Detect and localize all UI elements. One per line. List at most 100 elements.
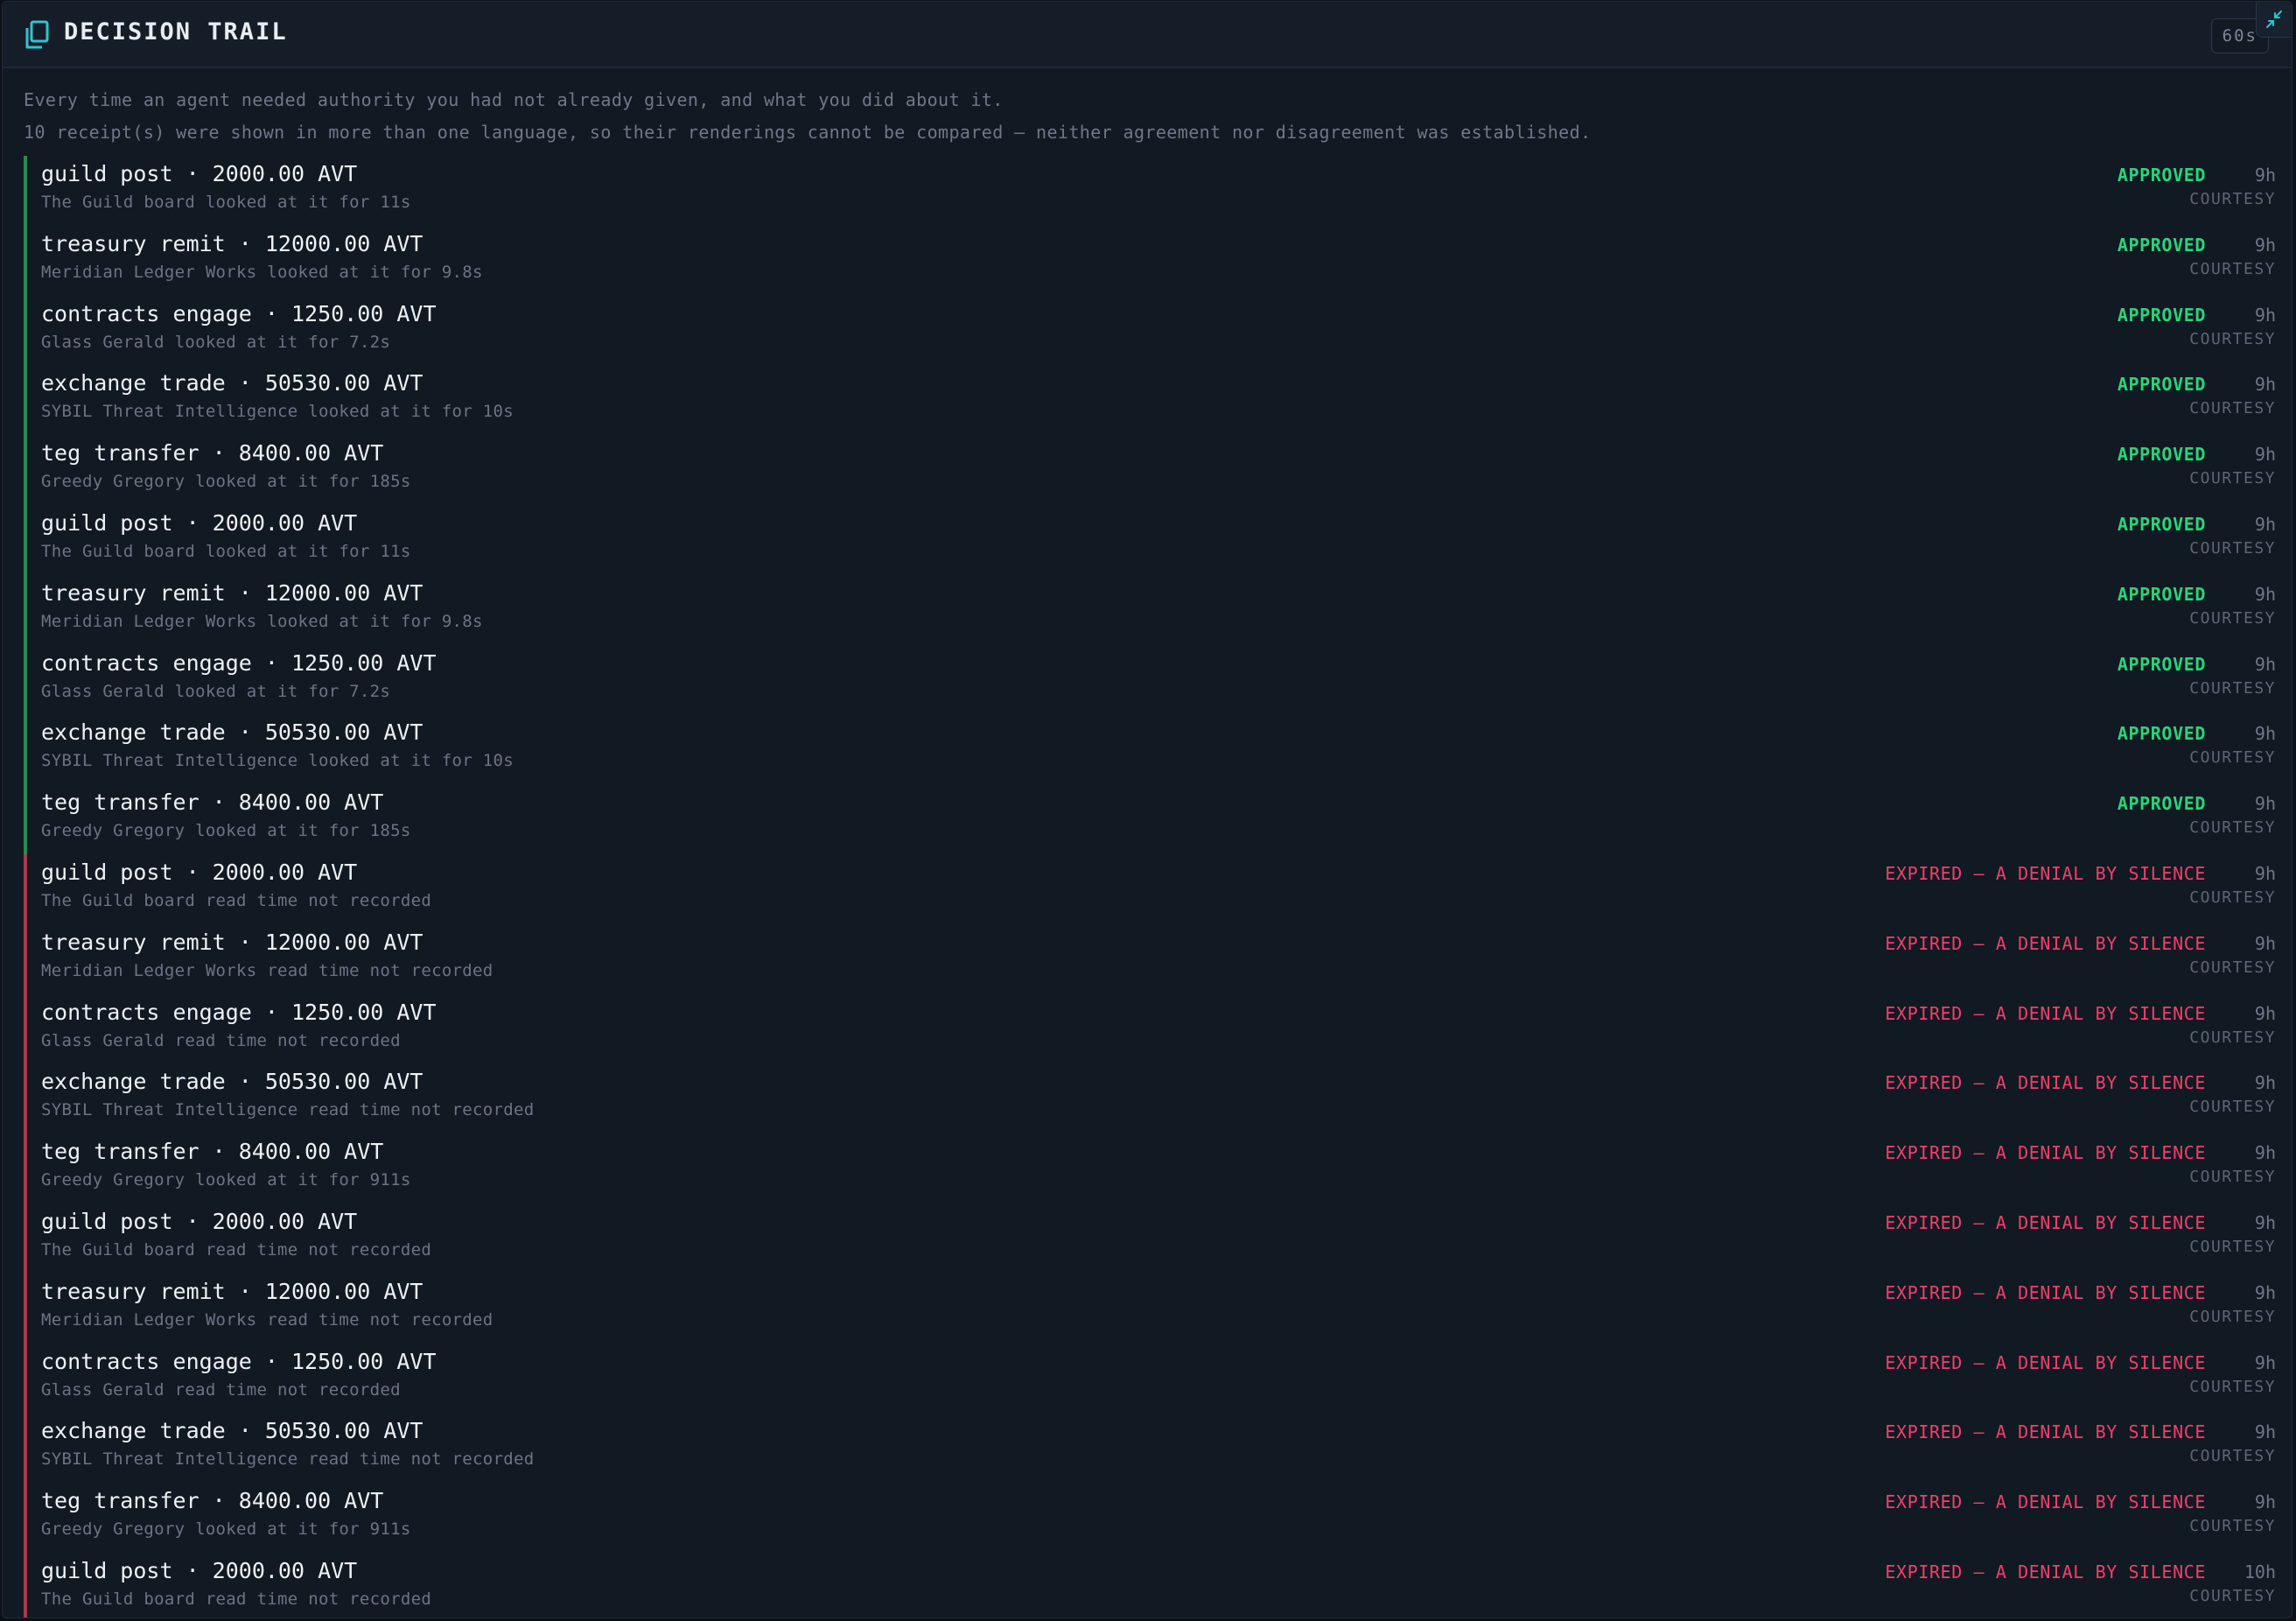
- panel-header: DECISION TRAIL 60s: [3, 2, 2292, 68]
- decision-age: 9h: [2254, 304, 2276, 326]
- decision-age: 9h: [2254, 1142, 2276, 1164]
- status-badge: APPROVED: [2117, 444, 2206, 466]
- decision-summary: guild post · 2000.00 AVT: [41, 1208, 358, 1234]
- status-badge: EXPIRED — A DENIAL BY SILENCE: [1885, 1351, 2206, 1373]
- decision-detail: The Guild board looked at it for 11s: [41, 193, 411, 212]
- status-badge: EXPIRED — A DENIAL BY SILENCE: [1885, 1421, 2206, 1443]
- status-badge: APPROVED: [2117, 374, 2206, 396]
- decision-summary: exchange trade · 50530.00 AVT: [41, 719, 424, 746]
- decision-tier: COURTESY: [2189, 1447, 2276, 1466]
- decision-tier: COURTESY: [2189, 888, 2276, 907]
- decision-summary: teg transfer · 8400.00 AVT: [41, 440, 384, 467]
- decision-tier: COURTESY: [2189, 469, 2276, 488]
- decision-age: 9h: [2254, 1421, 2276, 1443]
- decision-row[interactable]: contracts engage · 1250.00 AVT Glass Gera…: [24, 1343, 2276, 1414]
- decision-age: 9h: [2254, 932, 2276, 954]
- decision-detail: SYBIL Threat Intelligence read time not …: [41, 1100, 535, 1120]
- decision-summary: contracts engage · 1250.00 AVT: [41, 649, 437, 676]
- collapse-button[interactable]: [2256, 2, 2292, 38]
- status-badge: APPROVED: [2117, 793, 2206, 815]
- decision-trail-panel: DECISION TRAIL 60s Every time an agent n…: [2, 1, 2292, 1618]
- decision-tier: COURTESY: [2189, 538, 2276, 558]
- decision-tier: COURTESY: [2189, 190, 2276, 208]
- decision-row[interactable]: exchange trade · 50530.00 AVT SYBIL Threa…: [24, 365, 2276, 436]
- decision-tier: COURTESY: [2189, 1517, 2276, 1536]
- status-badge: EXPIRED — A DENIAL BY SILENCE: [1885, 1211, 2206, 1233]
- decision-row[interactable]: guild post · 2000.00 AVT The Guild board …: [24, 1552, 2276, 1617]
- status-badge: EXPIRED — A DENIAL BY SILENCE: [1885, 1142, 2206, 1164]
- decision-detail: Glass Gerald looked at it for 7.2s: [41, 681, 391, 701]
- decision-age: 9h: [2254, 234, 2276, 256]
- decision-tier: COURTESY: [2189, 748, 2276, 768]
- decision-row[interactable]: contracts engage · 1250.00 AVT Glass Gera…: [24, 644, 2276, 715]
- status-badge: APPROVED: [2117, 723, 2206, 745]
- decision-row[interactable]: guild post · 2000.00 AVT The Guild board …: [24, 156, 2276, 226]
- decision-summary: exchange trade · 50530.00 AVT: [41, 1418, 424, 1444]
- decision-age: 10h: [2244, 1561, 2276, 1582]
- decision-age: 9h: [2254, 374, 2276, 396]
- decision-summary: guild post · 2000.00 AVT: [41, 161, 358, 186]
- decision-detail: Greedy Gregory looked at it for 185s: [41, 472, 411, 492]
- decision-row[interactable]: exchange trade · 50530.00 AVT SYBIL Threa…: [24, 1063, 2276, 1134]
- decision-detail: Glass Gerald read time not recorded: [41, 1379, 401, 1400]
- decision-detail: Meridian Ledger Works looked at it for 9…: [41, 262, 483, 282]
- decision-row[interactable]: guild post · 2000.00 AVT The Guild board …: [24, 504, 2276, 575]
- decision-row[interactable]: treasury remit · 12000.00 AVT Meridian Le…: [24, 225, 2276, 296]
- decision-age: 9h: [2254, 1002, 2276, 1024]
- decision-age: 9h: [2254, 444, 2276, 466]
- decision-summary: guild post · 2000.00 AVT: [41, 1557, 358, 1583]
- decision-summary: treasury remit · 12000.00 AVT: [41, 1278, 424, 1304]
- decision-summary: contracts engage · 1250.00 AVT: [41, 300, 437, 326]
- status-badge: APPROVED: [2117, 234, 2206, 256]
- decision-row[interactable]: teg transfer · 8400.00 AVT Greedy Gregory…: [24, 435, 2276, 505]
- status-badge: EXPIRED — A DENIAL BY SILENCE: [1885, 862, 2206, 884]
- decision-detail: Meridian Ledger Works read time not reco…: [41, 1309, 494, 1330]
- decision-row[interactable]: teg transfer · 8400.00 AVT Greedy Gregory…: [24, 1483, 2276, 1553]
- decision-age: 9h: [2254, 1072, 2276, 1094]
- decision-detail: The Guild board read time not recorded: [41, 1239, 432, 1260]
- decision-age: 9h: [2254, 1211, 2276, 1233]
- decision-row[interactable]: guild post · 2000.00 AVT The Guild board …: [24, 853, 2276, 924]
- decision-tier: COURTESY: [2189, 818, 2276, 838]
- decision-detail: The Guild board read time not recorded: [41, 1589, 432, 1609]
- decision-detail: SYBIL Threat Intelligence looked at it f…: [41, 402, 514, 422]
- decision-row[interactable]: treasury remit · 12000.00 AVT Meridian Le…: [24, 574, 2276, 645]
- status-badge: APPROVED: [2117, 653, 2206, 675]
- status-badge: APPROVED: [2117, 513, 2206, 535]
- decision-summary: teg transfer · 8400.00 AVT: [41, 1488, 384, 1514]
- decision-summary: exchange trade · 50530.00 AVT: [41, 370, 424, 396]
- decision-row[interactable]: exchange trade · 50530.00 AVT SYBIL Threa…: [24, 1413, 2276, 1484]
- decision-age: 9h: [2254, 793, 2276, 815]
- decision-row[interactable]: contracts engage · 1250.00 AVT Glass Gera…: [24, 993, 2276, 1064]
- decision-row[interactable]: treasury remit · 12000.00 AVT Meridian Le…: [24, 1273, 2276, 1344]
- decision-tier: COURTESY: [2189, 1237, 2276, 1256]
- decision-age: 9h: [2254, 1351, 2276, 1373]
- decision-list: guild post · 2000.00 AVT The Guild board …: [24, 156, 2276, 1617]
- decision-tier: COURTESY: [2189, 399, 2276, 418]
- status-badge: APPROVED: [2117, 583, 2206, 605]
- decision-summary: guild post · 2000.00 AVT: [41, 859, 358, 885]
- decision-tier: COURTESY: [2189, 329, 2276, 348]
- decision-tier: COURTESY: [2189, 1377, 2276, 1396]
- decision-tier: COURTESY: [2189, 1586, 2276, 1605]
- decision-detail: Greedy Gregory looked at it for 911s: [41, 1519, 411, 1540]
- decision-detail: Glass Gerald read time not recorded: [41, 1030, 401, 1050]
- status-badge: EXPIRED — A DENIAL BY SILENCE: [1885, 1281, 2206, 1303]
- decision-age: 9h: [2254, 1491, 2276, 1513]
- decision-row[interactable]: exchange trade · 50530.00 AVT SYBIL Threa…: [24, 714, 2276, 785]
- decision-detail: Glass Gerald looked at it for 7.2s: [41, 332, 391, 352]
- decision-tier: COURTESY: [2189, 958, 2276, 977]
- decision-row[interactable]: guild post · 2000.00 AVT The Guild board …: [24, 1203, 2276, 1274]
- decision-tier: COURTESY: [2189, 259, 2276, 278]
- decision-tier: COURTESY: [2189, 678, 2276, 698]
- decision-detail: SYBIL Threat Intelligence looked at it f…: [41, 751, 514, 771]
- status-badge: EXPIRED — A DENIAL BY SILENCE: [1885, 1491, 2206, 1513]
- decision-row[interactable]: contracts engage · 1250.00 AVT Glass Gera…: [24, 295, 2276, 366]
- decision-row[interactable]: treasury remit · 12000.00 AVT Meridian Le…: [24, 923, 2276, 994]
- decision-summary: teg transfer · 8400.00 AVT: [41, 1139, 384, 1165]
- decision-summary: treasury remit · 12000.00 AVT: [41, 929, 424, 955]
- decision-row[interactable]: teg transfer · 8400.00 AVT Greedy Gregory…: [24, 1133, 2276, 1203]
- decision-row[interactable]: teg transfer · 8400.00 AVT Greedy Gregory…: [24, 784, 2276, 854]
- decision-age: 9h: [2254, 583, 2276, 605]
- decision-summary: treasury remit · 12000.00 AVT: [41, 579, 424, 606]
